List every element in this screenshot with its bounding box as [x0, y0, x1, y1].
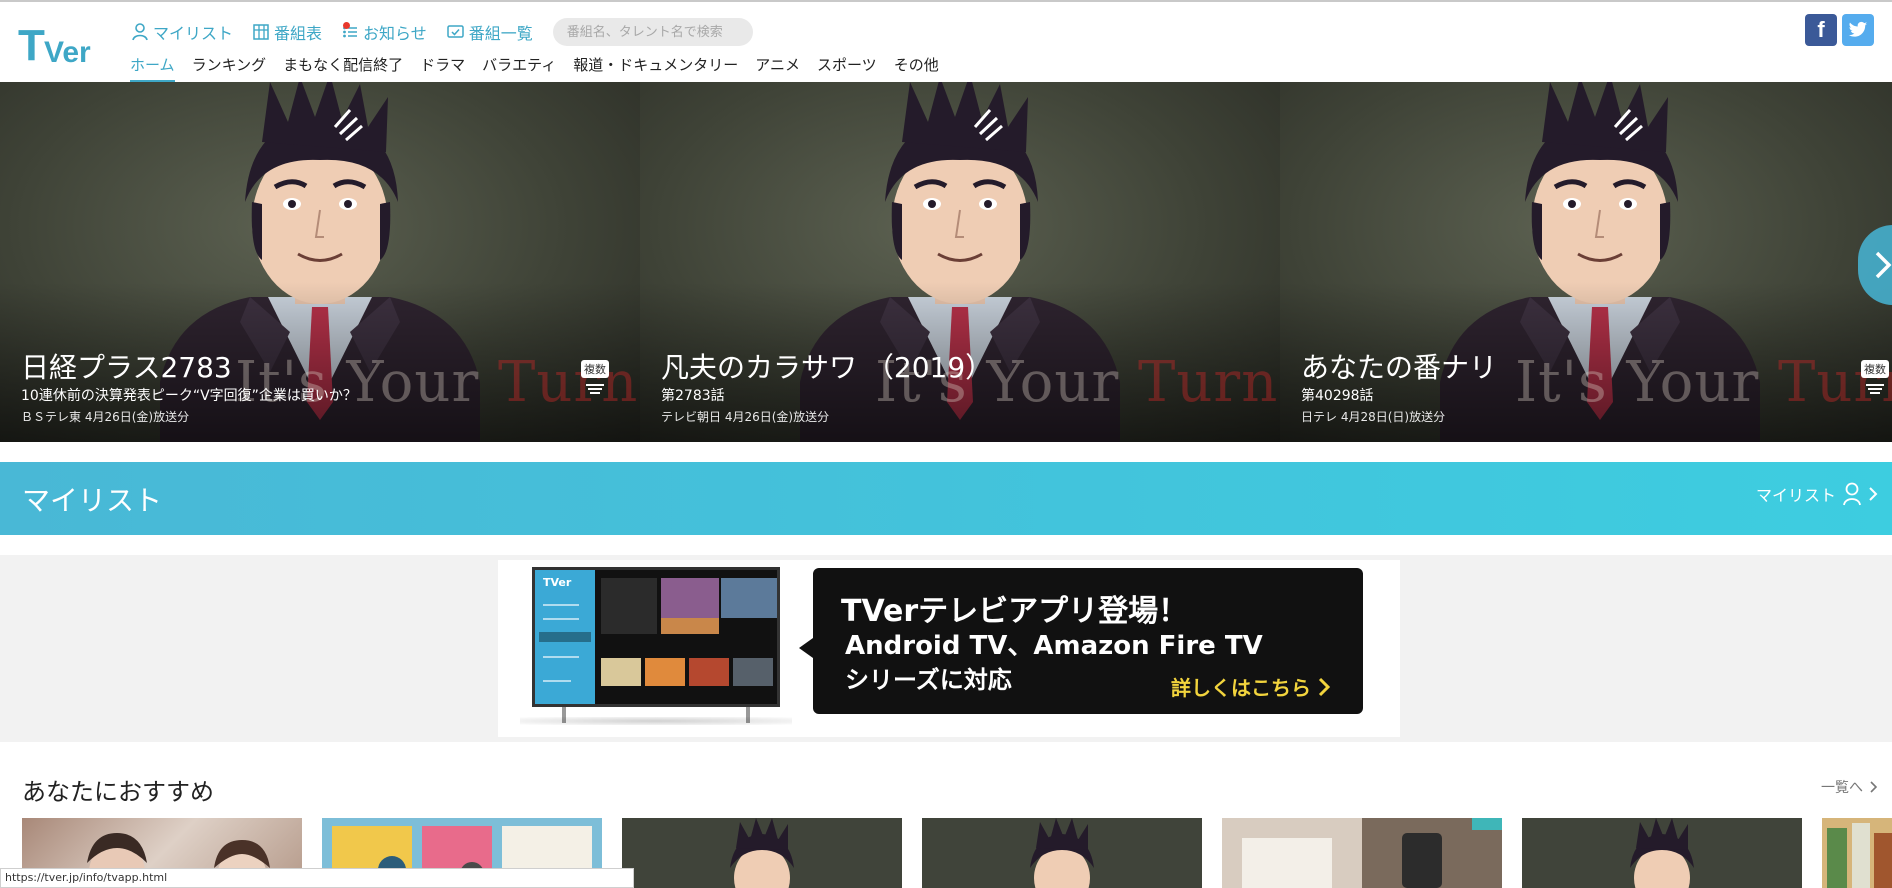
- promo-headline: TVerテレビアプリ登場！: [841, 594, 1189, 629]
- chevron-right-icon: [1318, 677, 1331, 696]
- svg-text:Ver: Ver: [44, 36, 91, 69]
- tab-sports[interactable]: スポーツ: [817, 54, 877, 83]
- category-nav: ホーム ランキング まもなく配信終了 ドラマ バラエティ 報道・ドキュメンタリー…: [130, 54, 956, 83]
- nav-programs[interactable]: 番組一覧: [446, 20, 533, 44]
- nav-schedule-label: 番組表: [274, 24, 323, 43]
- person-icon: [1843, 482, 1861, 506]
- person-icon: [132, 23, 148, 41]
- program-thumbnail[interactable]: [1822, 818, 1892, 888]
- tab-ending-soon[interactable]: まもなく配信終了: [283, 54, 403, 83]
- tv-app-promo-banner[interactable]: TVer TVerテレビアプリ登場！ Android TV、Amazon Fir…: [498, 560, 1400, 737]
- twitter-icon: [1848, 21, 1868, 37]
- badge-label: 複数: [1861, 360, 1889, 378]
- nav-schedule[interactable]: 番組表: [253, 20, 322, 44]
- program-thumbnail[interactable]: [622, 818, 902, 888]
- thumbnail-image: [1822, 818, 1892, 888]
- chevron-right-icon: [1875, 251, 1892, 279]
- slide-subtitle: 10連休前の決算発表ピーク“V字回復”企業は買いか？: [21, 388, 357, 404]
- slide-broadcast-info: ＢＳテレ東 4月26日(金)放送分: [21, 410, 190, 424]
- tv-icon: [446, 25, 464, 38]
- mylist-section-header: マイリスト マイリスト: [0, 462, 1892, 535]
- mylist-link-label: マイリスト: [1755, 486, 1836, 505]
- program-thumbnail[interactable]: [1222, 818, 1502, 888]
- promo-details-label: 詳しくはこちら: [1171, 676, 1311, 700]
- notification-dot: [343, 22, 351, 29]
- slide-broadcast-info: テレビ朝日 4月26日(金)放送分: [661, 410, 830, 424]
- recommend-see-all-link[interactable]: 一覧へ: [1821, 777, 1878, 797]
- hero-slide[interactable]: It's Your Turn 凡夫のカラサワ （2019） 第2783話 テレビ…: [640, 82, 1280, 442]
- grid-icon: [253, 24, 269, 40]
- nav-programs-label: 番組一覧: [468, 24, 533, 43]
- browser-status-bar: https://tver.jp/info/tvapp.html: [0, 868, 634, 888]
- tver-logo[interactable]: T Ver: [18, 20, 106, 70]
- multiple-episodes-badge[interactable]: 複数: [578, 360, 612, 394]
- tab-other[interactable]: その他: [894, 54, 939, 83]
- hero-slide[interactable]: It's Your Turn あなたの番ナリ 第40298話 日テレ 4月28日…: [1280, 82, 1892, 442]
- top-nav: マイリスト 番組表 お知らせ 番組一覧: [132, 18, 753, 46]
- list-lines-icon: [1866, 382, 1884, 394]
- site-header: T Ver マイリスト 番組表 お知らせ 番組一覧 ホーム ランキング まもなく…: [0, 2, 1892, 83]
- hero-slide[interactable]: It's Your Turn 日経プラス2783 10連休前の決算発表ピーク“V…: [0, 82, 640, 442]
- slide-title: 日経プラス2783: [21, 351, 232, 384]
- thumbnail-image: [1030, 818, 1094, 888]
- slide-title: あなたの番ナリ: [1301, 351, 1498, 384]
- promo-line-2: Android TV、Amazon Fire TV: [845, 631, 1263, 661]
- hero-carousel: It's Your Turn 日経プラス2783 10連休前の決算発表ピーク“V…: [0, 82, 1892, 442]
- mylist-section-title: マイリスト: [22, 484, 163, 517]
- tab-ranking[interactable]: ランキング: [192, 54, 267, 83]
- thumbnail-image: [730, 818, 794, 888]
- program-thumbnail[interactable]: [1522, 818, 1802, 888]
- see-all-label: 一覧へ: [1821, 780, 1863, 796]
- chevron-right-icon: [1870, 781, 1878, 793]
- promo-details-link[interactable]: 詳しくはこちら: [1171, 672, 1331, 701]
- slide-subtitle: 第40298話: [1301, 388, 1374, 404]
- search-input[interactable]: [552, 18, 753, 46]
- nav-mylist[interactable]: マイリスト: [132, 20, 233, 44]
- slide-watermark: It's Your Turn: [1515, 350, 1892, 415]
- nav-news-label: お知らせ: [363, 24, 427, 43]
- twitter-button[interactable]: [1842, 14, 1874, 46]
- nav-news[interactable]: お知らせ: [342, 20, 427, 44]
- badge-label: 複数: [581, 360, 609, 378]
- promo-section: TVer TVerテレビアプリ登場！ Android TV、Amazon Fir…: [0, 555, 1892, 742]
- slide-title: 凡夫のカラサワ （2019）: [661, 351, 994, 384]
- thumbnail-image: [1630, 818, 1694, 888]
- slide-broadcast-info: 日テレ 4月28日(日)放送分: [1301, 410, 1446, 424]
- facebook-button[interactable]: f: [1805, 14, 1837, 46]
- promo-line-3: シリーズに対応: [845, 666, 1012, 694]
- tab-anime[interactable]: アニメ: [755, 54, 800, 83]
- notification-indicator: [342, 22, 363, 40]
- screen-logo: TVer: [543, 576, 572, 589]
- tab-news-documentary[interactable]: 報道・ドキュメンタリー: [573, 54, 738, 83]
- program-thumbnail[interactable]: [922, 818, 1202, 888]
- tv-illustration: TVer: [520, 567, 792, 729]
- tv-screen: TVer: [532, 567, 780, 707]
- nav-mylist-label: マイリスト: [153, 24, 234, 43]
- tab-drama[interactable]: ドラマ: [420, 54, 465, 83]
- mylist-link[interactable]: マイリスト: [1756, 482, 1878, 506]
- svg-text:T: T: [18, 21, 45, 70]
- tab-home[interactable]: ホーム: [130, 54, 175, 83]
- thumbnail-image: [1222, 818, 1502, 888]
- recommend-section-title: あなたにおすすめ: [22, 778, 214, 806]
- tab-variety[interactable]: バラエティ: [482, 54, 556, 83]
- slide-subtitle: 第2783話: [661, 388, 725, 404]
- chevron-right-icon: [1869, 487, 1878, 501]
- multiple-episodes-badge[interactable]: 複数: [1858, 360, 1892, 394]
- promo-message-box: TVerテレビアプリ登場！ Android TV、Amazon Fire TV …: [799, 568, 1363, 714]
- list-lines-icon: [586, 382, 604, 394]
